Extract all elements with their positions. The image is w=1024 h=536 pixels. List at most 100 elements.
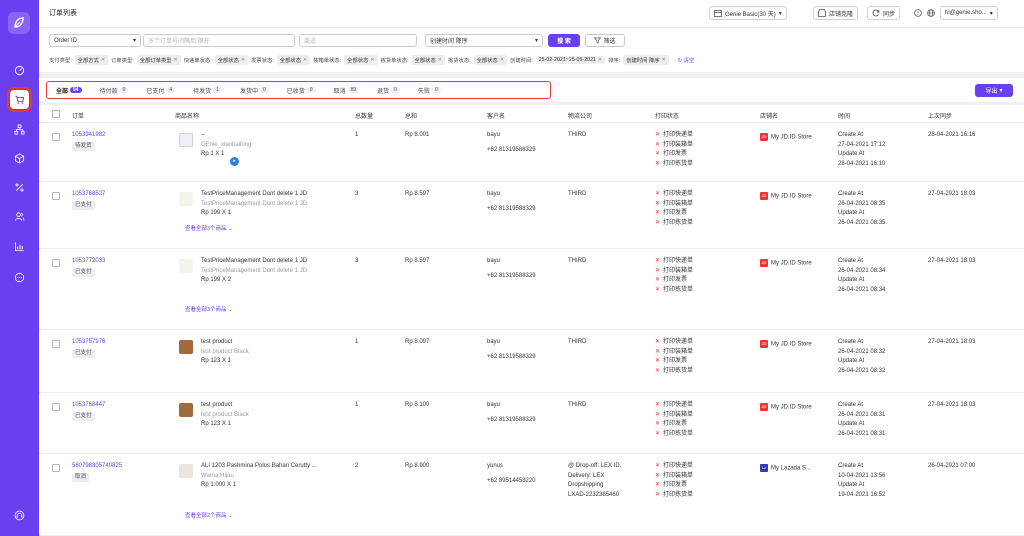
sort-select[interactable]: 创建时间 降序 ▾ <box>425 34 543 47</box>
logistics-line: THIRD <box>568 258 587 264</box>
order-search-input[interactable]: 多个订单号间隔用,隔开 <box>143 34 295 47</box>
filter-chip[interactable]: 25-02-2021~25-05-2021 ✕ <box>535 56 606 64</box>
tab-status[interactable]: 待付款 0 <box>91 86 138 95</box>
print-status-item[interactable]: ✕ 打印拣货单 <box>655 286 693 296</box>
filter-chip[interactable]: 全部状态 ✕ <box>473 55 508 65</box>
shop-clone-button[interactable]: 店铺克隆 <box>813 6 859 20</box>
updated-label: Update At <box>838 482 865 488</box>
app-logo[interactable] <box>8 12 30 34</box>
export-button[interactable]: 导出 ▾ <box>975 84 1013 97</box>
print-status-item[interactable]: ✕ 打印装箱单 <box>655 411 693 421</box>
sidebar-item-customers[interactable] <box>10 207 29 226</box>
close-icon[interactable]: ✕ <box>241 57 245 63</box>
sidebar-item-products[interactable] <box>10 149 29 168</box>
filter-chip[interactable]: 全部方式 ✕ <box>74 55 109 65</box>
view-all-products-link[interactable]: 查看全部2个商品 ⌄ <box>185 512 233 522</box>
print-status-item[interactable]: ✕ 打印拣货单 <box>655 367 693 377</box>
info-badge-icon[interactable]: ▸ <box>230 157 239 166</box>
row-checkbox[interactable] <box>52 464 60 472</box>
print-status-item[interactable]: ✕ 打印装箱单 <box>655 267 693 277</box>
account-menu[interactable]: hi@genie.sho... ▾ <box>940 6 998 20</box>
updated-label: Update At <box>838 358 865 364</box>
order-id-select[interactable]: Order ID ▾ <box>49 34 141 47</box>
headset-icon <box>14 510 25 521</box>
print-status-item[interactable]: ✕ 打印发票 <box>655 420 693 430</box>
print-status-item[interactable]: ✕ 打印拣货单 <box>655 219 693 229</box>
order-id-link[interactable]: 1053768447 <box>72 401 105 411</box>
order-id-link[interactable]: 1053941982 <box>72 131 105 141</box>
print-status-item[interactable]: ✕ 打印装箱单 <box>655 141 693 151</box>
tab-status[interactable]: 待发货 1 <box>184 86 231 95</box>
tab-status[interactable]: 已收货 0 <box>278 86 325 95</box>
close-icon[interactable]: ✕ <box>662 57 666 63</box>
row-checkbox[interactable] <box>52 259 60 267</box>
order-id-link[interactable]: 1053757976 <box>72 338 105 348</box>
sidebar-item-promotions[interactable] <box>10 178 29 197</box>
order-id-link[interactable]: 1053772033 <box>72 257 105 267</box>
tab-status[interactable]: 失败 0 <box>409 86 450 95</box>
globe-icon[interactable] <box>926 8 936 18</box>
sidebar-item-reports[interactable] <box>10 237 29 256</box>
help-icon[interactable] <box>913 8 923 18</box>
print-status-item[interactable]: ✕ 打印拣货单 <box>655 160 693 170</box>
created-time: 27-04-2021 17:12 <box>838 141 886 148</box>
print-status-item[interactable]: ✕ 打印装箱单 <box>655 200 693 210</box>
channel-input[interactable]: 渠道 <box>299 34 417 47</box>
close-icon[interactable]: ✕ <box>438 57 442 63</box>
search-button[interactable]: 搜 索 <box>548 34 580 47</box>
filter-button[interactable]: 筛选 <box>585 34 625 47</box>
sidebar-item-support[interactable] <box>10 506 29 525</box>
print-status-item[interactable]: ✕ 打印快递单 <box>655 462 693 472</box>
tab-status[interactable]: 退货 0 <box>368 86 409 95</box>
filter-chip[interactable]: 全部订单类型 ✕ <box>136 55 181 65</box>
print-status-item[interactable]: ✕ 打印快递单 <box>655 401 693 411</box>
print-status-item[interactable]: ✕ 打印装箱单 <box>655 472 693 482</box>
close-icon[interactable]: ✕ <box>370 57 374 63</box>
sidebar-item-orders[interactable] <box>7 87 32 112</box>
view-all-products-link[interactable]: 查看全部3个商品 ⌄ <box>185 225 233 235</box>
order-id-link[interactable]: 1053768527 <box>72 190 105 200</box>
sidebar-item-dashboard[interactable] <box>10 61 29 80</box>
filter-chip[interactable]: 全部状态 ✕ <box>276 55 311 65</box>
print-status-item[interactable]: ✕ 打印发票 <box>655 357 693 367</box>
print-status-item[interactable]: ✕ 打印快递单 <box>655 338 693 348</box>
filter-chip[interactable]: 全部状态 ✕ <box>411 55 445 65</box>
print-status-item[interactable]: ✕ 打印快递单 <box>655 131 693 141</box>
select-all-checkbox[interactable] <box>52 110 60 118</box>
print-status-label: 打印快递单 <box>663 402 694 408</box>
filter-chip[interactable]: 创建时间 降序 ✕ <box>623 55 669 65</box>
tab-status[interactable]: 全部 94 <box>47 86 91 95</box>
print-status-item[interactable]: ✕ 打印发票 <box>655 150 693 160</box>
print-status-item[interactable]: ✕ 打印拣货单 <box>655 430 693 440</box>
tab-label: 退货 <box>377 88 390 95</box>
row-checkbox[interactable] <box>52 403 60 411</box>
tab-status[interactable]: 已支付 4 <box>137 86 184 95</box>
plan-select[interactable]: Genie Basic(30 天) ▾ <box>709 6 787 20</box>
order-id-link[interactable]: 580798305740825 <box>72 462 122 472</box>
sidebar-item-messages[interactable] <box>10 268 29 287</box>
print-status-item[interactable]: ✕ 打印快递单 <box>655 190 693 200</box>
close-icon[interactable]: ✕ <box>598 57 602 63</box>
close-icon[interactable]: ✕ <box>500 57 504 63</box>
print-status-item[interactable]: ✕ 打印发票 <box>655 209 693 219</box>
close-icon[interactable]: ✕ <box>303 57 307 63</box>
sync-button[interactable]: 同步 <box>867 6 901 20</box>
row-checkbox[interactable] <box>52 192 60 200</box>
tab-status[interactable]: 发货中 0 <box>231 86 278 95</box>
print-status-item[interactable]: ✕ 打印发票 <box>655 276 693 286</box>
print-status-item[interactable]: ✕ 打印快递单 <box>655 257 693 267</box>
print-status-item[interactable]: ✕ 打印拣货单 <box>655 491 693 501</box>
print-status-item[interactable]: ✕ 打印发票 <box>655 481 693 491</box>
filter-chip[interactable]: 全部状态 ✕ <box>214 55 249 65</box>
close-icon[interactable]: ✕ <box>101 57 105 63</box>
export-button-label: 导出 <box>985 89 998 95</box>
view-all-products-link[interactable]: 查看全部3个商品 ⌄ <box>185 306 233 316</box>
filter-chip[interactable]: 全部状态 ✕ <box>344 55 378 65</box>
close-icon[interactable]: ✕ <box>174 57 178 63</box>
tab-status[interactable]: 取消 89 <box>325 86 369 95</box>
clear-filters-link[interactable]: ↻ 清空 <box>678 56 695 64</box>
row-checkbox[interactable] <box>52 133 60 141</box>
row-checkbox[interactable] <box>52 340 60 348</box>
print-status-item[interactable]: ✕ 打印装箱单 <box>655 348 693 358</box>
sidebar-item-inventory[interactable] <box>10 120 29 139</box>
